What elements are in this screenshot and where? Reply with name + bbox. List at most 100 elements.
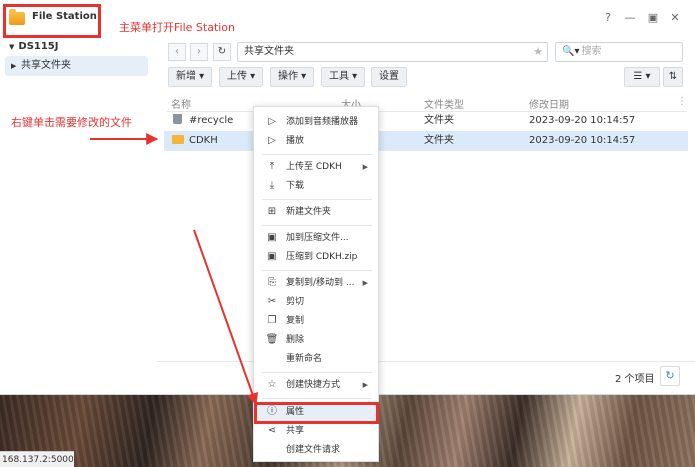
menu-item-label: 删除 <box>286 335 305 345</box>
row-name: #recycle <box>189 115 234 126</box>
menu-item-copy-move-to[interactable]: ⎘ 复制到/移动到 ... ▶ <box>254 274 378 292</box>
menu-item-label: 上传至 CDKH <box>286 162 342 172</box>
menu-item-label: 共享 <box>286 426 305 436</box>
menu-item-compress-to-zip[interactable]: ▣ 压缩到 CDKH.zip <box>254 248 378 266</box>
path-text: 共享文件夹 <box>244 46 294 57</box>
menu-separator <box>262 372 372 373</box>
refresh-icon: ↻ <box>665 369 675 382</box>
browser-status-url: 168.137.2:5000/# <box>0 451 74 467</box>
menu-item-label: 下载 <box>286 181 305 191</box>
menu-item-label: 复制 <box>286 316 305 326</box>
table-row[interactable]: CDKH 文件夹 2023-09-20 10:14:57 <box>164 131 688 151</box>
menu-item-rename[interactable]: 重新命名 <box>254 350 378 368</box>
copy-move-icon: ⎘ <box>268 277 276 288</box>
maximize-icon[interactable]: ▣ <box>646 11 660 24</box>
upload-button[interactable]: 上传 ▾ <box>219 67 264 87</box>
new-button[interactable]: 新增 ▾ <box>168 67 213 87</box>
refresh-path-button[interactable]: ↻ <box>213 43 231 61</box>
footer-divider <box>157 361 695 362</box>
share-icon: ⋖ <box>267 425 277 436</box>
tree-root-label: DS115J <box>18 41 59 52</box>
highlight-title-box <box>3 4 101 38</box>
row-modified: 2023-09-20 10:14:57 <box>529 135 636 146</box>
item-count: 2 个项目 <box>615 374 655 385</box>
menu-item-label: 创建文件请求 <box>286 445 341 455</box>
submenu-arrow-icon: ▶ <box>362 163 368 171</box>
archive-icon: ▣ <box>267 251 277 262</box>
row-type: 文件夹 <box>424 135 454 146</box>
column-menu-icon[interactable]: ⋮ <box>677 96 687 112</box>
menu-separator <box>262 270 372 271</box>
menu-item-share[interactable]: ⋖ 共享 <box>254 422 378 440</box>
search-placeholder: 搜索 <box>581 46 602 57</box>
list-view-icon: ☰ ▾ <box>633 71 651 82</box>
play-icon: ▷ <box>268 135 276 146</box>
minimize-icon[interactable]: — <box>623 11 637 24</box>
list-view-button[interactable]: ☰ ▾ <box>624 67 660 87</box>
sort-icon: ⇅ <box>668 71 678 82</box>
main-panel: ‹ › ↻ 共享文件夹 ★ 🔍▾ 搜索 新增 ▾ 上传 ▾ 操作 ▾ 工具 ▾ 设置… <box>157 36 695 394</box>
menu-item-download[interactable]: ⤓ 下载 <box>254 177 378 195</box>
annotation-open-file-station: 主菜单打开File Station <box>119 21 236 34</box>
menu-item-cut[interactable]: ✂ 剪切 <box>254 293 378 311</box>
star-icon[interactable]: ★ <box>533 43 543 61</box>
menu-separator <box>262 199 372 200</box>
trash-icon <box>173 114 182 124</box>
annotation-right-click: 右键单击需要修改的文件 <box>11 116 132 129</box>
menu-item-label: 剪切 <box>286 297 305 307</box>
menu-item-copy[interactable]: ❐ 复制 <box>254 312 378 330</box>
sidebar-item-shared-folder[interactable]: ▶ 共享文件夹 <box>5 56 148 76</box>
star-icon: ☆ <box>267 379 277 390</box>
archive-icon: ▣ <box>267 232 277 243</box>
menu-item-upload-to[interactable]: ⤒ 上传至 CDKH ▶ <box>254 158 378 176</box>
tools-button[interactable]: 工具 ▾ <box>321 67 366 87</box>
settings-button[interactable]: 设置 <box>371 67 407 87</box>
highlight-properties-box <box>254 402 379 424</box>
menu-separator <box>262 398 372 399</box>
menu-item-create-shortcut[interactable]: ☆ 创建快捷方式 ▶ <box>254 376 378 394</box>
submenu-arrow-icon: ▶ <box>362 381 368 389</box>
table-row[interactable]: #recycle 文件夹 2023-09-20 10:14:57 <box>164 111 688 131</box>
row-type: 文件夹 <box>424 115 454 126</box>
search-icon: 🔍▾ <box>562 46 580 57</box>
action-button[interactable]: 操作 ▾ <box>270 67 315 87</box>
refresh-button[interactable]: ↻ <box>660 366 680 386</box>
menu-item-label: 新建文件夹 <box>286 207 332 217</box>
new-folder-icon: ⊞ <box>267 206 277 217</box>
submenu-arrow-icon: ▶ <box>362 279 368 287</box>
menu-item-new-folder[interactable]: ⊞ 新建文件夹 <box>254 203 378 221</box>
menu-item-create-file-request[interactable]: 创建文件请求 <box>254 441 378 459</box>
menu-separator <box>262 225 372 226</box>
sort-button[interactable]: ⇅ <box>663 67 683 87</box>
copy-icon: ❐ <box>267 315 277 326</box>
upload-icon: ⤒ <box>269 161 275 172</box>
help-icon[interactable]: ? <box>601 11 615 24</box>
folder-icon <box>172 135 184 144</box>
play-icon: ▷ <box>268 116 276 127</box>
column-modified[interactable]: 修改日期 <box>529 96 569 112</box>
title-bar: File Station ? — ▣ ✕ <box>0 0 695 36</box>
path-input[interactable]: 共享文件夹 ★ <box>237 42 548 62</box>
menu-item-label: 重新命名 <box>286 354 323 364</box>
caret-right-icon: ▶ <box>11 62 17 70</box>
trash-icon: 🗑 <box>265 334 279 345</box>
menu-separator <box>262 154 372 155</box>
menu-item-label: 复制到/移动到 ... <box>286 278 355 288</box>
close-icon[interactable]: ✕ <box>668 11 682 24</box>
sidebar-item-label: 共享文件夹 <box>21 60 71 71</box>
column-type[interactable]: 文件类型 <box>424 96 464 112</box>
menu-item-add-to-audio-player[interactable]: ▷ 添加到音频播放器 <box>254 113 378 131</box>
menu-item-label: 创建快捷方式 <box>286 380 341 390</box>
menu-item-delete[interactable]: 🗑 删除 <box>254 331 378 349</box>
menu-item-play[interactable]: ▷ 播放 <box>254 132 378 150</box>
menu-item-label: 播放 <box>286 136 305 146</box>
tree-root-ds115j[interactable]: ▼ DS115J <box>9 41 59 52</box>
menu-item-add-to-archive[interactable]: ▣ 加到压缩文件... <box>254 229 378 247</box>
forward-button[interactable]: › <box>190 43 208 61</box>
back-button[interactable]: ‹ <box>168 43 186 61</box>
search-input[interactable]: 🔍▾ 搜索 <box>555 42 683 62</box>
scissors-icon: ✂ <box>267 296 277 307</box>
download-icon: ⤓ <box>269 180 275 191</box>
menu-item-label: 加到压缩文件... <box>286 233 349 243</box>
column-name[interactable]: 名称 <box>171 96 191 112</box>
